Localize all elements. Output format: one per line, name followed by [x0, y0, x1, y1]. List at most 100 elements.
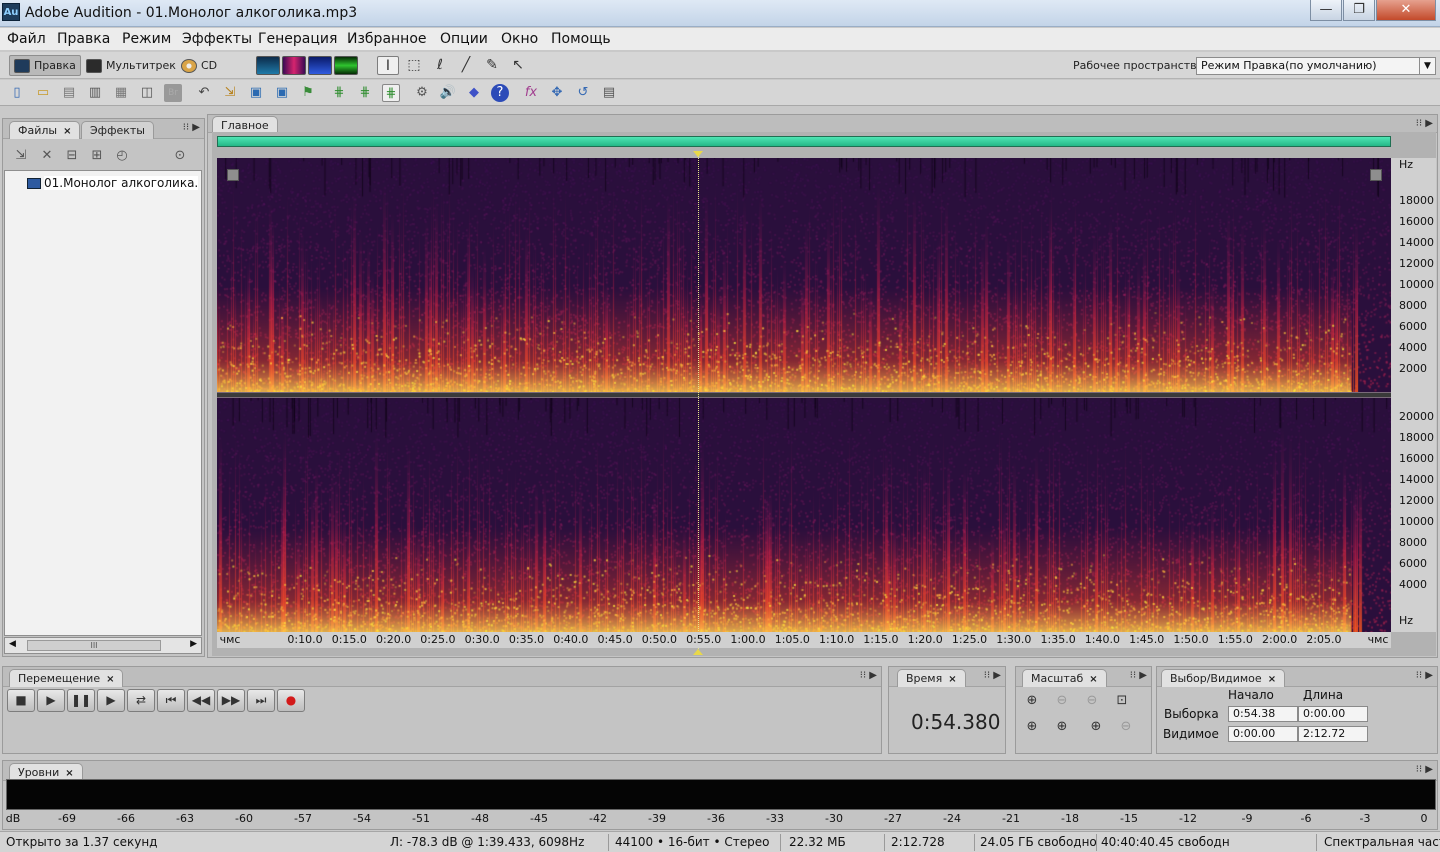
go-to-end-button[interactable]: ⏭: [247, 689, 275, 712]
brush-tool-icon[interactable]: ╱: [455, 56, 477, 75]
playhead-top-marker[interactable]: [693, 151, 703, 157]
tab-time[interactable]: Время ×: [897, 669, 966, 687]
menu-file[interactable]: Файл: [7, 31, 46, 47]
save-all-icon[interactable]: ▥: [86, 84, 104, 102]
menu-generate[interactable]: Генерация: [258, 31, 337, 47]
insert-video-icon[interactable]: ▣: [273, 84, 291, 102]
pause-button[interactable]: ❚❚: [67, 689, 95, 712]
close-icon[interactable]: ×: [63, 126, 71, 137]
scroll-thumb[interactable]: III: [27, 640, 161, 651]
loop-button[interactable]: ⇄: [127, 689, 155, 712]
close-icon[interactable]: ×: [65, 768, 73, 779]
close-icon[interactable]: ×: [1089, 674, 1097, 685]
edit-mode-button[interactable]: Правка: [9, 55, 81, 76]
cd-mode-button[interactable]: CD: [177, 55, 221, 76]
zoom-in-horizontal-icon[interactable]: ⊕: [1021, 691, 1043, 711]
panel-menu-icon[interactable]: ⁝⁝ ▶: [1409, 670, 1433, 683]
zoom-out-full-icon[interactable]: ⊖: [1081, 691, 1103, 711]
panel-icon[interactable]: ▤: [600, 84, 618, 102]
settings-gear-icon[interactable]: ⚙: [413, 84, 431, 102]
zoom-to-selection-icon[interactable]: ⊡: [1111, 691, 1133, 711]
menu-options[interactable]: Опции: [440, 31, 488, 47]
hand-tool-icon[interactable]: ↖: [507, 56, 529, 75]
stop-button[interactable]: ■: [7, 689, 35, 712]
healing-tool-icon[interactable]: ✎: [481, 56, 503, 75]
zoom-in-vertical-icon[interactable]: ⊕: [1085, 717, 1107, 737]
panel-menu-icon[interactable]: ⁝⁝ ▶: [977, 670, 1001, 683]
insert-multitrack-icon[interactable]: ⊟: [63, 147, 81, 165]
menu-window[interactable]: Окно: [501, 31, 538, 47]
tab-zoom[interactable]: Масштаб ×: [1022, 669, 1107, 687]
new-file-icon[interactable]: ▯: [8, 84, 26, 102]
overview-bar[interactable]: [217, 136, 1391, 147]
open-folder-icon[interactable]: ▭: [34, 84, 52, 102]
cue-icon[interactable]: ⚑: [299, 84, 317, 102]
playhead-bottom-marker[interactable]: [693, 649, 703, 655]
play-button[interactable]: ▶: [37, 689, 65, 712]
view-start-field[interactable]: 0:00.00: [1228, 726, 1298, 742]
panel-menu-icon[interactable]: ⁝⁝ ▶: [853, 670, 877, 683]
minimize-button[interactable]: —: [1310, 0, 1342, 21]
selection-length-field[interactable]: 0:00.00: [1298, 706, 1368, 722]
scroll-right-icon[interactable]: ▶: [190, 639, 197, 649]
zero-crossing-icon[interactable]: ⋕: [330, 84, 348, 102]
tab-files[interactable]: Файлы ×: [9, 121, 81, 139]
close-icon[interactable]: ×: [948, 674, 956, 685]
transform-icon[interactable]: ✥: [548, 84, 566, 102]
menu-effects[interactable]: Эффекты: [182, 31, 252, 47]
close-icon[interactable]: ×: [1268, 674, 1276, 685]
save-selection-icon[interactable]: ▦: [112, 84, 130, 102]
go-to-start-button[interactable]: ⏮: [157, 689, 185, 712]
fast-forward-button[interactable]: ▶▶: [217, 689, 245, 712]
zoom-out-vertical-icon[interactable]: ⊖: [1115, 717, 1137, 737]
close-icon[interactable]: ×: [106, 674, 114, 685]
lasso-tool-icon[interactable]: ℓ: [429, 56, 451, 75]
playhead[interactable]: [698, 153, 699, 653]
bridge-icon[interactable]: Br: [164, 84, 182, 102]
spectrogram-left-channel[interactable]: [217, 158, 1391, 392]
tab-main[interactable]: Главное: [212, 116, 278, 133]
menu-favorites[interactable]: Избранное: [347, 31, 427, 47]
snap-ruler-icon[interactable]: ⋕: [382, 84, 400, 102]
maximize-button[interactable]: ❐: [1343, 0, 1375, 21]
import-file-icon[interactable]: ⇲: [12, 147, 30, 165]
tab-transport[interactable]: Перемещение ×: [9, 669, 124, 687]
repeat-icon[interactable]: ↺: [574, 84, 592, 102]
phase-view-button[interactable]: [334, 56, 358, 75]
menu-view[interactable]: Режим: [122, 31, 171, 47]
zoom-right-edge-icon[interactable]: ⊕: [1051, 717, 1073, 737]
fx-icon[interactable]: fx: [522, 84, 540, 102]
undo-icon[interactable]: ↶: [195, 84, 213, 102]
insert-audio-icon[interactable]: ▣: [247, 84, 265, 102]
view-length-field[interactable]: 2:12.72: [1298, 726, 1368, 742]
file-list-scrollbar[interactable]: ◀ III ▶: [4, 637, 202, 654]
scroll-left-icon[interactable]: ◀: [9, 639, 16, 649]
panel-menu-icon[interactable]: ⁝⁝ ▶: [1409, 764, 1433, 777]
diamond-icon[interactable]: ◆: [465, 84, 483, 102]
view-options-icon[interactable]: ⊙: [171, 147, 189, 165]
close-file-x-icon[interactable]: ✕: [38, 147, 56, 165]
marquee-tool-icon[interactable]: ⬚: [403, 56, 425, 75]
waveform-view-button[interactable]: [256, 56, 280, 75]
time-ruler[interactable]: чмс 0:10.0 0:15.0 0:20.0 0:25.0 0:30.0 0:35.0 0…: [217, 632, 1391, 648]
spectral-view-button[interactable]: [282, 56, 306, 75]
play-from-cursor-button[interactable]: ▶: [97, 689, 125, 712]
time-selection-tool-icon[interactable]: I: [377, 56, 399, 75]
multitrack-mode-button[interactable]: Мультитрек: [82, 55, 180, 76]
close-button[interactable]: ✕: [1376, 0, 1436, 21]
panel-menu-icon[interactable]: ⁝⁝ ▶: [176, 122, 200, 135]
zoom-out-horizontal-icon[interactable]: ⊖: [1051, 691, 1073, 711]
panel-menu-icon[interactable]: ⁝⁝ ▶: [1409, 118, 1433, 131]
workspace-select[interactable]: Режим Правка(по умолчанию) ▼: [1196, 57, 1436, 75]
zoom-left-edge-icon[interactable]: ⊕: [1021, 717, 1043, 737]
rewind-button[interactable]: ◀◀: [187, 689, 215, 712]
pan-view-button[interactable]: [308, 56, 332, 75]
close-file-icon[interactable]: ◫: [138, 84, 156, 102]
spectrogram-right-channel[interactable]: [217, 398, 1391, 632]
tab-selection-view[interactable]: Выбор/Видимое ×: [1161, 669, 1286, 687]
snap-icon[interactable]: ⋕: [356, 84, 374, 102]
selection-start-field[interactable]: 0:54.38: [1228, 706, 1298, 722]
save-icon[interactable]: ▤: [60, 84, 78, 102]
help-icon[interactable]: ?: [491, 84, 509, 102]
speaker-icon[interactable]: 🔊: [439, 84, 457, 102]
